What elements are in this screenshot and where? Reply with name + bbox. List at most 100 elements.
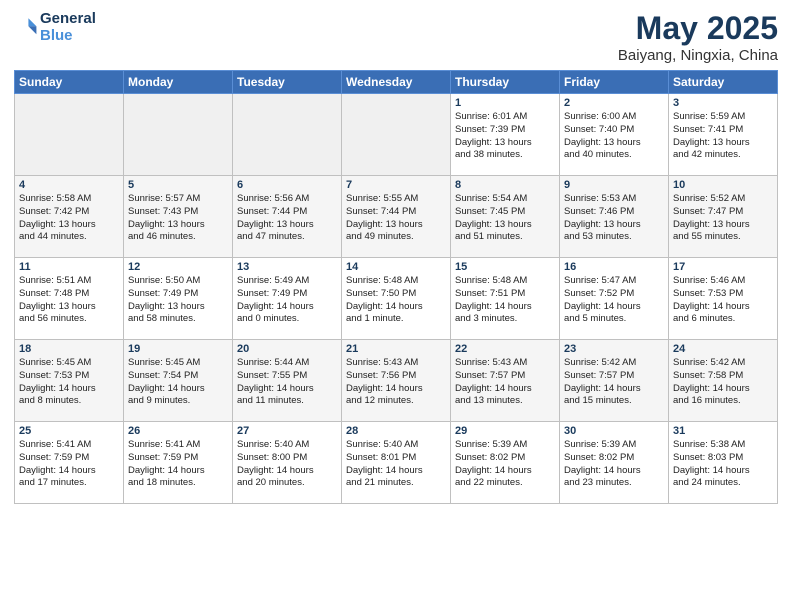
day-info: Sunrise: 5:38 AM Sunset: 8:03 PM Dayligh…: [673, 439, 773, 490]
day-info: Sunrise: 5:53 AM Sunset: 7:46 PM Dayligh…: [564, 193, 664, 244]
day-info: Sunrise: 5:58 AM Sunset: 7:42 PM Dayligh…: [19, 193, 119, 244]
day-number: 23: [564, 343, 664, 355]
col-thursday: Thursday: [451, 71, 560, 94]
day-cell: 14Sunrise: 5:48 AM Sunset: 7:50 PM Dayli…: [342, 258, 451, 340]
day-cell: 25Sunrise: 5:41 AM Sunset: 7:59 PM Dayli…: [15, 422, 124, 504]
day-number: 18: [19, 343, 119, 355]
day-number: 7: [346, 179, 446, 191]
day-cell: 15 Sunrise: 5:48 AM Sunset: 7:51 PM Dayli…: [451, 258, 560, 340]
day-cell: [124, 94, 233, 176]
day-cell: 7 Sunrise: 5:55 AM Sunset: 7:44 PM Daylig…: [342, 176, 451, 258]
day-number: 16: [564, 261, 664, 273]
title-block: May 2025 Baiyang, Ningxia, China: [618, 10, 778, 64]
day-number: 9: [564, 179, 664, 191]
week-row-4: 18Sunrise: 5:45 AM Sunset: 7:53 PM Dayli…: [15, 340, 778, 422]
day-cell: 3 Sunrise: 5:59 AM Sunset: 7:41 PM Daylig…: [669, 94, 778, 176]
day-info: Sunrise: 5:49 AM Sunset: 7:49 PM Dayligh…: [237, 275, 337, 326]
logo-line2: Blue: [40, 27, 96, 44]
day-info: Sunrise: 5:46 AM Sunset: 7:53 PM Dayligh…: [673, 275, 773, 326]
day-number: 24: [673, 343, 773, 355]
day-number: 15: [455, 261, 555, 273]
day-info: Sunrise: 5:43 AM Sunset: 7:56 PM Dayligh…: [346, 357, 446, 408]
day-number: 4: [19, 179, 119, 191]
day-number: 29: [455, 425, 555, 437]
col-monday: Monday: [124, 71, 233, 94]
col-saturday: Saturday: [669, 71, 778, 94]
day-number: 17: [673, 261, 773, 273]
day-info: Sunrise: 5:48 AM Sunset: 7:51 PM Dayligh…: [455, 275, 555, 326]
day-info: Sunrise: 5:44 AM Sunset: 7:55 PM Dayligh…: [237, 357, 337, 408]
logo: General Blue: [14, 10, 96, 44]
day-info: Sunrise: 5:48 AM Sunset: 7:50 PM Dayligh…: [346, 275, 446, 326]
day-number: 22: [455, 343, 555, 355]
day-cell: 23 Sunrise: 5:42 AM Sunset: 7:57 PM Dayli…: [560, 340, 669, 422]
day-cell: 8 Sunrise: 5:54 AM Sunset: 7:45 PM Daylig…: [451, 176, 560, 258]
day-info: Sunrise: 5:42 AM Sunset: 7:57 PM Dayligh…: [564, 357, 664, 408]
day-cell: 19 Sunrise: 5:45 AM Sunset: 7:54 PM Dayli…: [124, 340, 233, 422]
day-info: Sunrise: 5:56 AM Sunset: 7:44 PM Dayligh…: [237, 193, 337, 244]
col-tuesday: Tuesday: [233, 71, 342, 94]
day-cell: 6 Sunrise: 5:56 AM Sunset: 7:44 PM Daylig…: [233, 176, 342, 258]
day-cell: 12 Sunrise: 5:50 AM Sunset: 7:49 PM Dayli…: [124, 258, 233, 340]
day-info: Sunrise: 5:59 AM Sunset: 7:41 PM Dayligh…: [673, 111, 773, 162]
day-number: 5: [128, 179, 228, 191]
day-info: Sunrise: 5:52 AM Sunset: 7:47 PM Dayligh…: [673, 193, 773, 244]
day-cell: 4 Sunrise: 5:58 AM Sunset: 7:42 PM Daylig…: [15, 176, 124, 258]
day-info: Sunrise: 5:51 AM Sunset: 7:48 PM Dayligh…: [19, 275, 119, 326]
day-number: 26: [128, 425, 228, 437]
day-cell: 20 Sunrise: 5:44 AM Sunset: 7:55 PM Dayli…: [233, 340, 342, 422]
week-row-1: 1Sunrise: 6:01 AM Sunset: 7:39 PM Daylig…: [15, 94, 778, 176]
day-info: Sunrise: 5:41 AM Sunset: 7:59 PM Dayligh…: [19, 439, 119, 490]
calendar-header: Sunday Monday Tuesday Wednesday Thursday…: [15, 71, 778, 94]
day-number: 10: [673, 179, 773, 191]
header-row: Sunday Monday Tuesday Wednesday Thursday…: [15, 71, 778, 94]
day-info: Sunrise: 5:42 AM Sunset: 7:58 PM Dayligh…: [673, 357, 773, 408]
day-info: Sunrise: 6:01 AM Sunset: 7:39 PM Dayligh…: [455, 111, 555, 162]
day-cell: 17 Sunrise: 5:46 AM Sunset: 7:53 PM Dayli…: [669, 258, 778, 340]
day-cell: 28Sunrise: 5:40 AM Sunset: 8:01 PM Dayli…: [342, 422, 451, 504]
week-row-2: 4 Sunrise: 5:58 AM Sunset: 7:42 PM Daylig…: [15, 176, 778, 258]
day-info: Sunrise: 5:40 AM Sunset: 8:00 PM Dayligh…: [237, 439, 337, 490]
day-cell: 27 Sunrise: 5:40 AM Sunset: 8:00 PM Dayli…: [233, 422, 342, 504]
day-cell: 5 Sunrise: 5:57 AM Sunset: 7:43 PM Daylig…: [124, 176, 233, 258]
header: General Blue May 2025 Baiyang, Ningxia, …: [14, 10, 778, 64]
day-info: Sunrise: 5:45 AM Sunset: 7:54 PM Dayligh…: [128, 357, 228, 408]
day-cell: 2Sunrise: 6:00 AM Sunset: 7:40 PM Daylig…: [560, 94, 669, 176]
day-info: Sunrise: 5:39 AM Sunset: 8:02 PM Dayligh…: [564, 439, 664, 490]
week-row-3: 11Sunrise: 5:51 AM Sunset: 7:48 PM Dayli…: [15, 258, 778, 340]
day-info: Sunrise: 5:54 AM Sunset: 7:45 PM Dayligh…: [455, 193, 555, 244]
day-cell: 1Sunrise: 6:01 AM Sunset: 7:39 PM Daylig…: [451, 94, 560, 176]
day-cell: 21Sunrise: 5:43 AM Sunset: 7:56 PM Dayli…: [342, 340, 451, 422]
day-info: Sunrise: 5:39 AM Sunset: 8:02 PM Dayligh…: [455, 439, 555, 490]
month-title: May 2025: [618, 10, 778, 47]
day-cell: 30Sunrise: 5:39 AM Sunset: 8:02 PM Dayli…: [560, 422, 669, 504]
location: Baiyang, Ningxia, China: [618, 47, 778, 64]
logo-icon: [14, 15, 38, 39]
day-number: 12: [128, 261, 228, 273]
day-number: 19: [128, 343, 228, 355]
day-info: Sunrise: 5:50 AM Sunset: 7:49 PM Dayligh…: [128, 275, 228, 326]
day-number: 8: [455, 179, 555, 191]
day-info: Sunrise: 6:00 AM Sunset: 7:40 PM Dayligh…: [564, 111, 664, 162]
calendar-page: General Blue May 2025 Baiyang, Ningxia, …: [0, 0, 792, 612]
day-info: Sunrise: 5:40 AM Sunset: 8:01 PM Dayligh…: [346, 439, 446, 490]
day-cell: 24 Sunrise: 5:42 AM Sunset: 7:58 PM Dayli…: [669, 340, 778, 422]
day-number: 6: [237, 179, 337, 191]
day-info: Sunrise: 5:55 AM Sunset: 7:44 PM Dayligh…: [346, 193, 446, 244]
col-sunday: Sunday: [15, 71, 124, 94]
day-info: Sunrise: 5:43 AM Sunset: 7:57 PM Dayligh…: [455, 357, 555, 408]
day-number: 20: [237, 343, 337, 355]
day-cell: 18Sunrise: 5:45 AM Sunset: 7:53 PM Dayli…: [15, 340, 124, 422]
day-info: Sunrise: 5:47 AM Sunset: 7:52 PM Dayligh…: [564, 275, 664, 326]
logo-line1: General: [40, 10, 96, 27]
calendar-table: Sunday Monday Tuesday Wednesday Thursday…: [14, 70, 778, 504]
day-cell: [15, 94, 124, 176]
day-cell: [233, 94, 342, 176]
day-info: Sunrise: 5:41 AM Sunset: 7:59 PM Dayligh…: [128, 439, 228, 490]
day-number: 27: [237, 425, 337, 437]
day-cell: 31Sunrise: 5:38 AM Sunset: 8:03 PM Dayli…: [669, 422, 778, 504]
day-number: 3: [673, 97, 773, 109]
day-info: Sunrise: 5:57 AM Sunset: 7:43 PM Dayligh…: [128, 193, 228, 244]
day-cell: 11Sunrise: 5:51 AM Sunset: 7:48 PM Dayli…: [15, 258, 124, 340]
day-cell: 26 Sunrise: 5:41 AM Sunset: 7:59 PM Dayli…: [124, 422, 233, 504]
